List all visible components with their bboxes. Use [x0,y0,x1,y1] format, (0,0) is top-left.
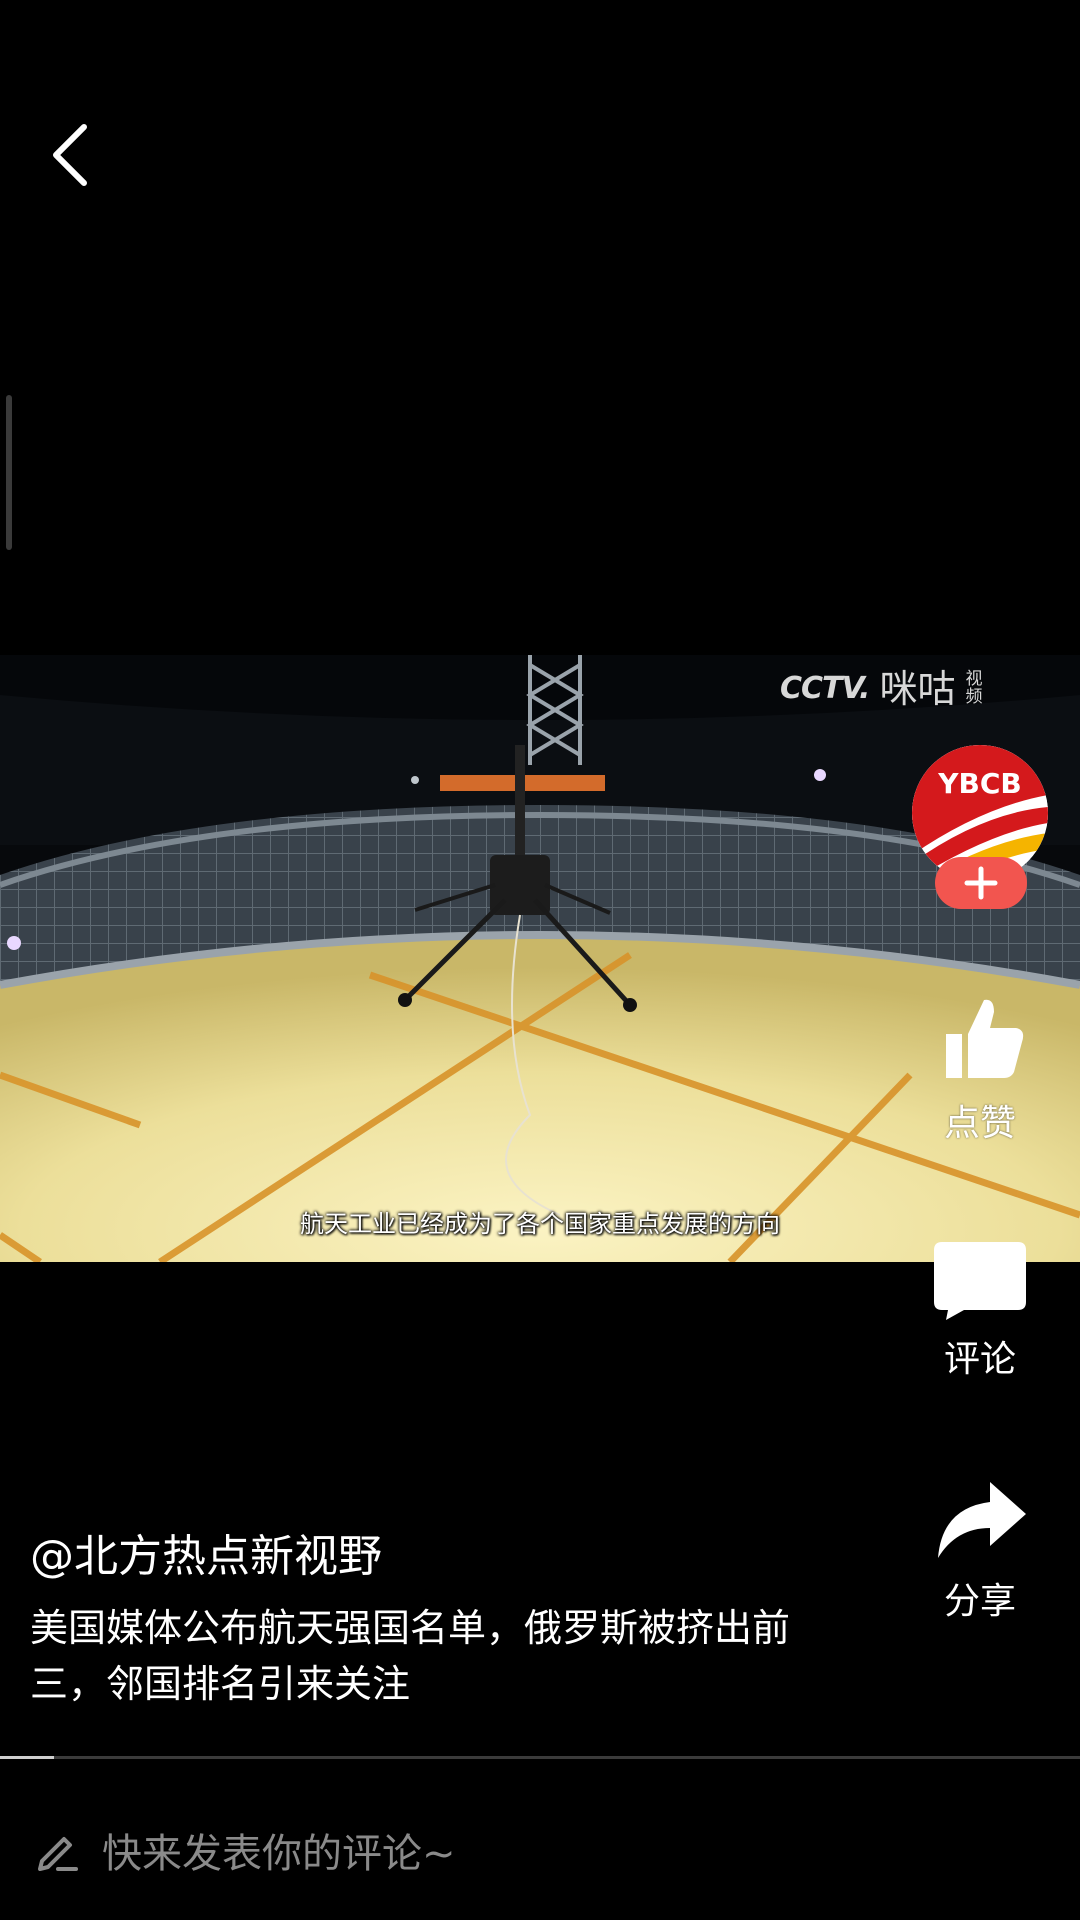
chevron-left-icon [53,124,87,186]
video-player[interactable] [0,655,1080,1262]
comment-bubble-icon [934,1242,1026,1320]
pen-icon [38,1837,78,1871]
video-description: 美国媒体公布航天强国名单，俄罗斯被挤出前三，邻国排名引来关注 [30,1606,791,1706]
video-progress-fill [0,1756,54,1759]
back-button[interactable] [40,115,104,195]
video-watermark: CCTV. 咪咕 视频 [780,670,983,708]
comment-label: 评论 [943,1339,1016,1380]
share-arrow-icon [938,1482,1026,1558]
migu-video-tag: 视频 [965,669,983,707]
avatar-text: YBCB [937,767,1022,800]
migu-logo: 咪咕 [879,667,956,711]
video-subtitle: 航天工业已经成为了各个国家重点发展的方向 [300,1210,780,1238]
scroll-indicator [6,395,12,550]
like-label: 点赞 [943,1103,1016,1144]
share-button[interactable]: 分享 [910,1478,1050,1624]
author-name[interactable]: @北方热点新视野 [30,1520,382,1584]
comment-placeholder: 快来发表你的评论~ [102,1831,456,1877]
thumbs-up-icon [946,999,1024,1078]
like-button[interactable]: 点赞 [910,990,1050,1146]
plus-icon [964,866,998,900]
video-progress-bar[interactable] [0,1756,1080,1759]
comment-input[interactable]: 快来发表你的评论~ [0,1780,1080,1920]
share-label: 分享 [943,1581,1016,1622]
video-frame [0,655,1080,1262]
comment-button[interactable]: 评论 [910,1238,1050,1382]
cctv-logo: CCTV. [780,671,870,706]
follow-button[interactable] [935,857,1027,909]
